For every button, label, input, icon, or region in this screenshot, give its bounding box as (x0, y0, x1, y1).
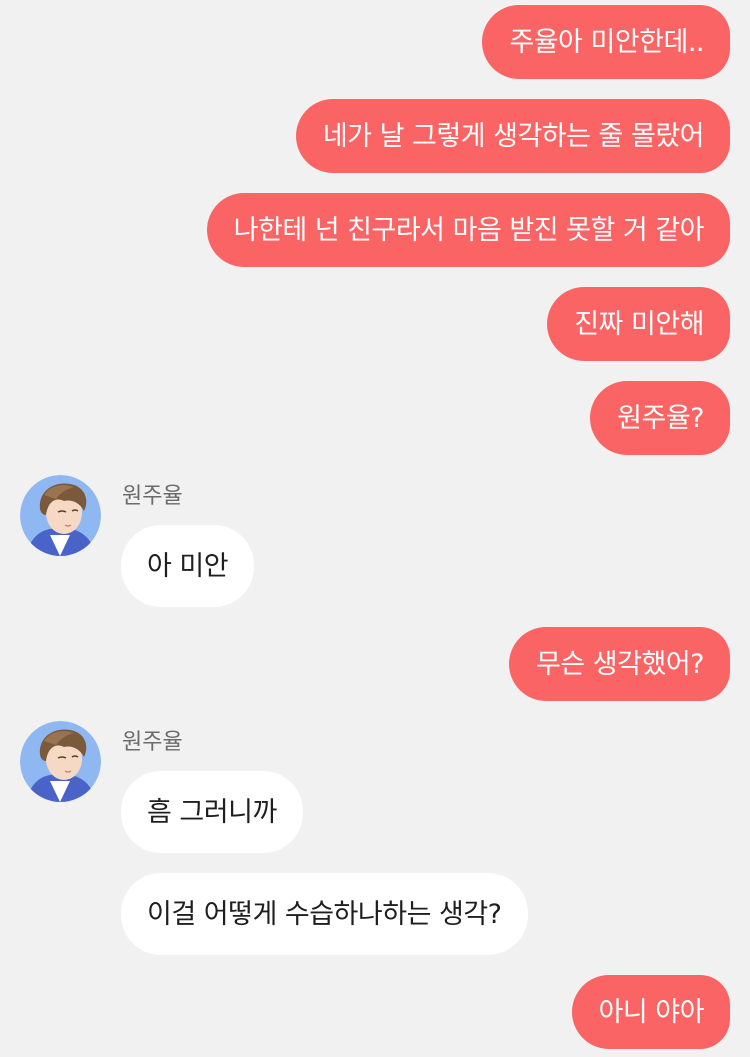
chat-thread: 주율아 미안한데.. 네가 날 그렇게 생각하는 줄 몰랐어 나한테 넌 친구라… (0, 0, 750, 1057)
outgoing-message: 진짜 미안해 (547, 287, 730, 361)
incoming-message: 이걸 어떻게 수습하나하는 생각? (121, 873, 528, 955)
message-text: 무슨 생각했어? (536, 648, 704, 680)
message-text: 원주율? (617, 402, 704, 434)
message-text: 아 미안 (147, 550, 229, 582)
outgoing-message: 주율아 미안한데.. (482, 5, 730, 79)
message-text: 나한테 넌 친구라서 마음 받진 못할 거 같아 (233, 214, 705, 246)
boy-avatar-icon (20, 721, 101, 802)
sender-name: 원주율 (122, 730, 183, 755)
message-text: 네가 날 그렇게 생각하는 줄 몰랐어 (322, 120, 705, 152)
incoming-message: 아 미안 (121, 525, 255, 607)
message-text: 흠 그러니까 (147, 796, 277, 828)
outgoing-message: 아니 야아 (571, 975, 730, 1049)
message-text: 진짜 미안해 (574, 308, 704, 340)
message-text: 아니 야아 (598, 996, 705, 1028)
message-text: 이걸 어떻게 수습하나하는 생각? (147, 898, 502, 930)
contact-avatar[interactable] (20, 721, 101, 802)
outgoing-message: 나한테 넌 친구라서 마음 받진 못할 거 같아 (206, 193, 730, 267)
outgoing-message: 네가 날 그렇게 생각하는 줄 몰랐어 (295, 99, 730, 173)
contact-avatar[interactable] (20, 475, 101, 556)
outgoing-message: 무슨 생각했어? (509, 627, 730, 701)
outgoing-message: 원주율? (590, 381, 730, 455)
sender-name: 원주율 (122, 484, 183, 509)
boy-avatar-icon (20, 475, 101, 556)
message-text: 주율아 미안한데.. (509, 26, 704, 58)
incoming-message: 흠 그러니까 (121, 771, 303, 853)
